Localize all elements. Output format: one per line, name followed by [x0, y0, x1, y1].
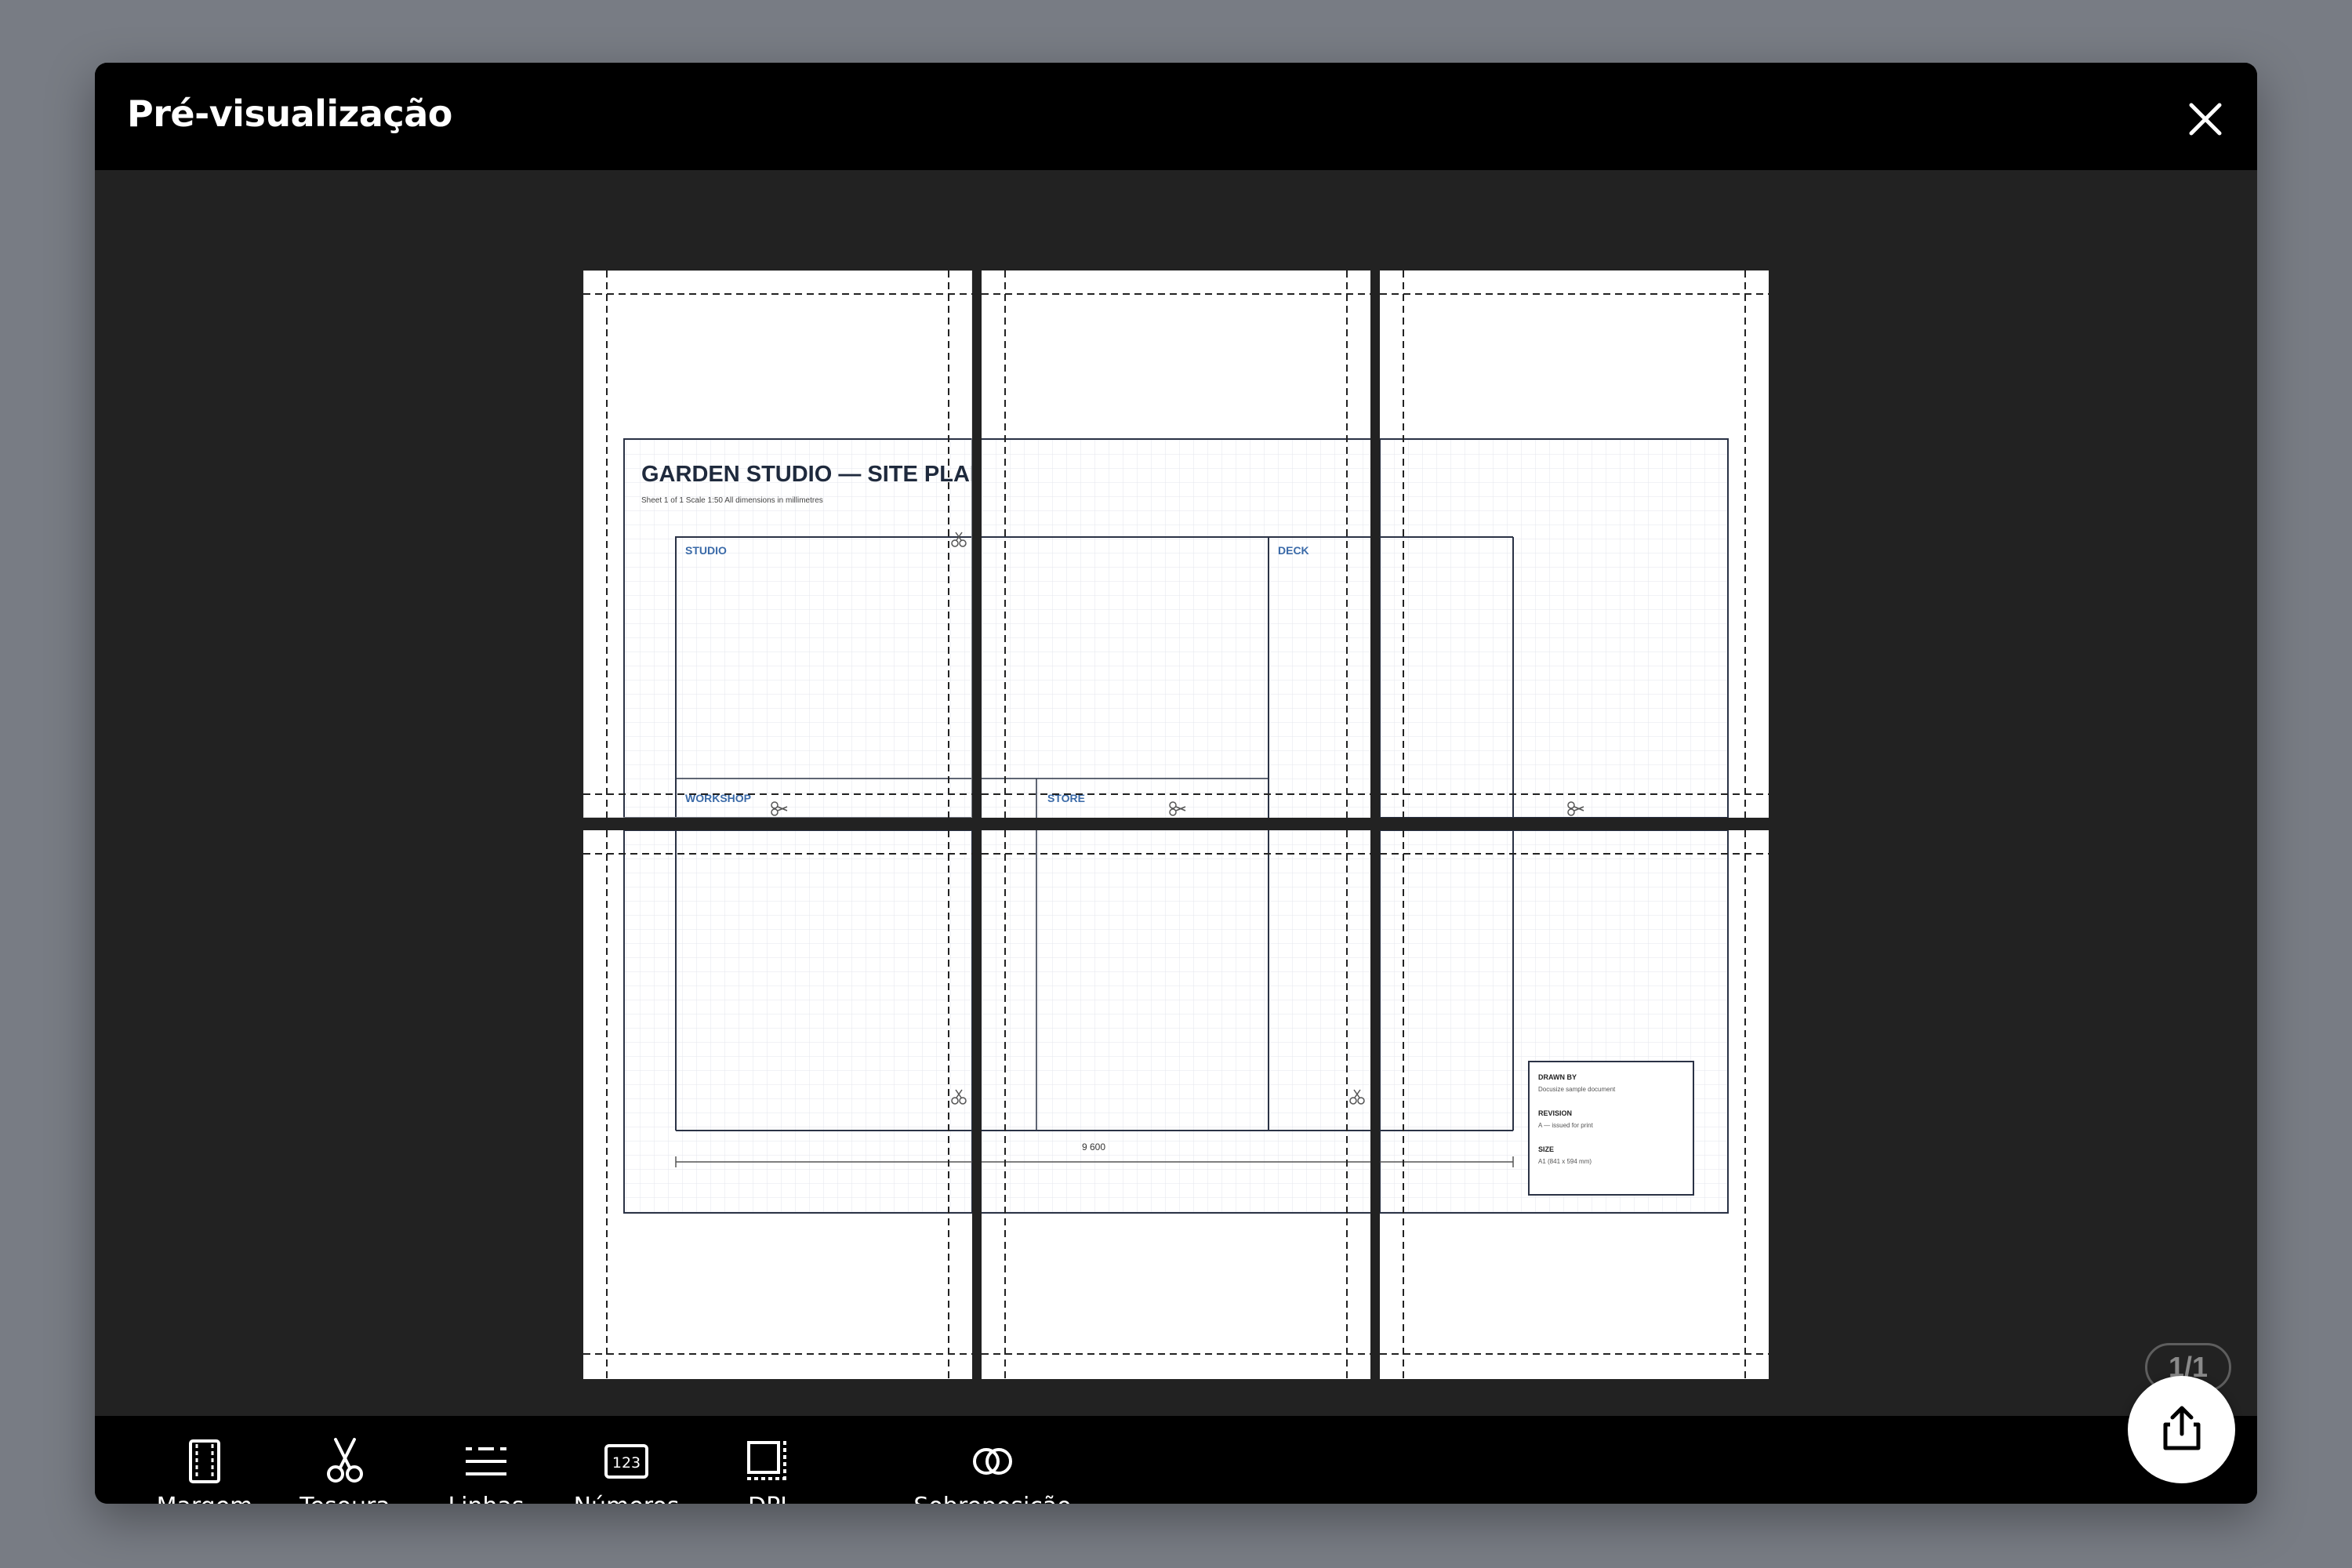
title-block: DRAWN BY Docusize sample document REVISI…	[1528, 1061, 1694, 1196]
tool-label: Linhas	[416, 1493, 557, 1504]
room-label: DECK	[1278, 544, 1309, 557]
lines-button[interactable]: Linhas	[416, 1438, 557, 1504]
export-button[interactable]	[2128, 1376, 2235, 1483]
dimension-label: 9 600	[1082, 1142, 1105, 1152]
print-tile: DECK STORE	[982, 270, 1370, 818]
print-tile: 9 600	[982, 830, 1370, 1379]
svg-text:A — issued for print: A — issued for print	[1538, 1122, 1594, 1129]
overlap-button[interactable]: Sobreposição	[898, 1438, 1087, 1504]
svg-text:Docusize sample document: Docusize sample document	[1538, 1086, 1616, 1093]
dialog-header: Pré-visualização	[95, 63, 2257, 170]
preview-canvas[interactable]: GARDEN STUDIO — SITE PLAN Sheet 1 of 1 S…	[95, 170, 2257, 1416]
tool-label: Margem	[134, 1493, 275, 1504]
dialog-title: Pré-visualização	[127, 93, 452, 135]
svg-text:DRAWN BY: DRAWN BY	[1538, 1073, 1577, 1081]
print-tile	[1380, 270, 1769, 818]
svg-text:SIZE: SIZE	[1538, 1145, 1554, 1153]
scissors-icon	[327, 1438, 363, 1483]
margin-icon	[189, 1439, 220, 1483]
tool-label: Sobreposição	[898, 1493, 1087, 1504]
bottom-toolbar: Margem Tesoura Linhas 123	[95, 1416, 2257, 1504]
room-label: STUDIO	[685, 544, 727, 557]
print-tile: DRAWN BY Docusize sample document REVISI…	[1380, 830, 1769, 1379]
close-button[interactable]	[2182, 96, 2229, 143]
share-icon	[2163, 1406, 2201, 1450]
close-icon	[2189, 103, 2222, 136]
numbers-icon: 123	[604, 1444, 648, 1479]
dpi-icon	[747, 1441, 788, 1482]
print-tile: GARDEN STUDIO — SITE PLAN Sheet 1 of 1 S…	[583, 270, 972, 818]
dpi-button[interactable]: DPI	[697, 1438, 838, 1504]
preview-dialog: Pré-visualização GARDEN STUDIO — SITE PL…	[95, 63, 2257, 1504]
overlap-icon	[973, 1448, 1012, 1475]
scissors-button[interactable]: Tesoura	[274, 1438, 416, 1504]
tool-label: DPI	[697, 1493, 838, 1504]
sheet-title: GARDEN STUDIO — SITE PLAN	[641, 462, 972, 487]
svg-text:123: 123	[612, 1454, 641, 1472]
margin-button[interactable]: Margem	[134, 1438, 275, 1504]
print-tile	[583, 830, 972, 1379]
sheet-subtitle: Sheet 1 of 1 Scale 1:50 All dimensions i…	[641, 496, 823, 505]
svg-text:REVISION: REVISION	[1538, 1109, 1572, 1117]
svg-text:A1 (841 x 594 mm): A1 (841 x 594 mm)	[1538, 1158, 1592, 1165]
lines-icon	[466, 1447, 506, 1475]
numbers-button[interactable]: 123 Números	[556, 1438, 697, 1504]
tool-label: Tesoura	[274, 1493, 416, 1504]
tool-label: Números	[556, 1493, 697, 1504]
